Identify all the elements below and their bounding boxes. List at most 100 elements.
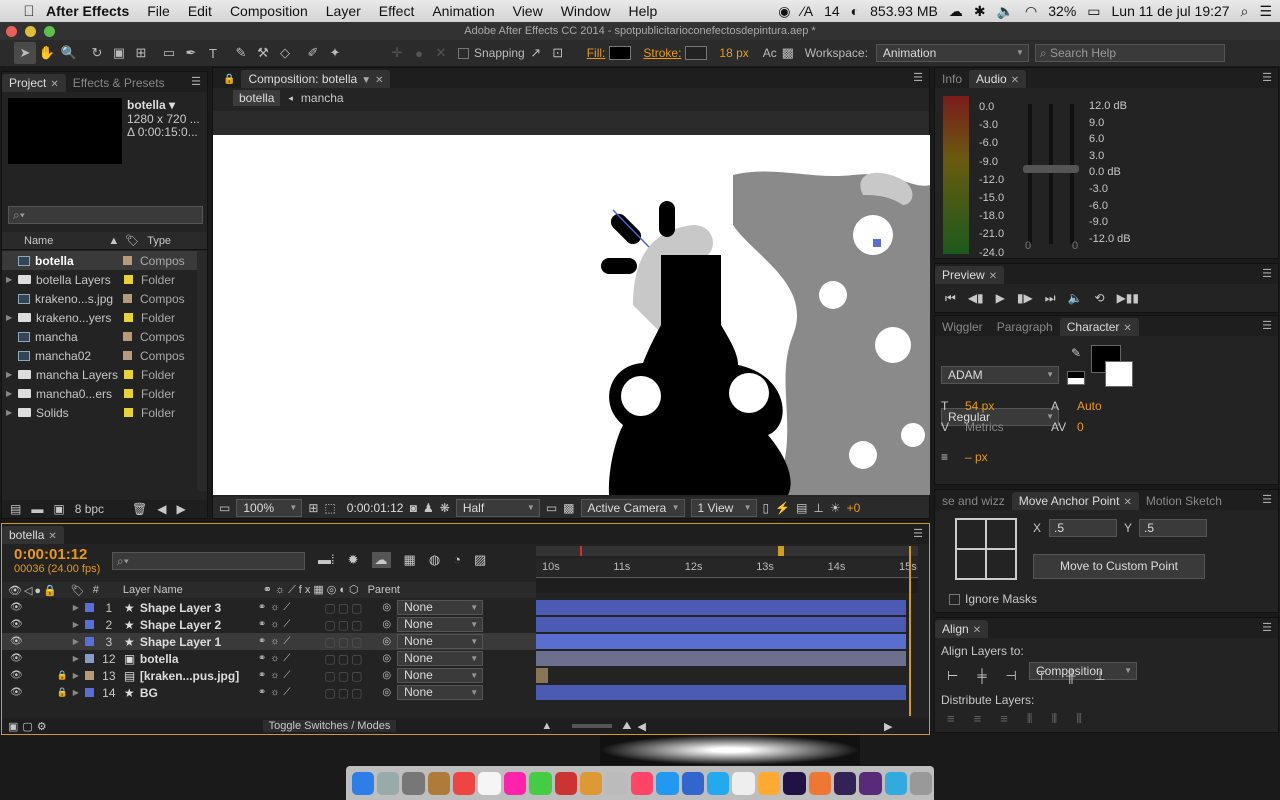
- right-slider-track[interactable]: [1070, 104, 1074, 244]
- distribute-vcenter-icon[interactable]: ≡: [974, 711, 982, 727]
- exposure-icon[interactable]: ☀: [830, 501, 841, 515]
- tracking-value[interactable]: 0: [1077, 420, 1084, 434]
- timeline-current-time[interactable]: 0:00:01:12: [14, 546, 87, 563]
- parent-dropdown[interactable]: None: [397, 634, 484, 649]
- layer-mode-switches[interactable]: ▢▢▢: [324, 669, 374, 683]
- layer-row[interactable]: 👁 ▶ 12 ▣ botella ⚭☼⟋ ▢▢▢ ◎ None: [2, 650, 536, 667]
- menu-animation[interactable]: Animation: [423, 3, 503, 19]
- parent-dropdown[interactable]: None: [397, 600, 484, 615]
- camera-dropdown[interactable]: Active Camera: [580, 498, 685, 517]
- pan-behind-tool-icon[interactable]: ⊞: [130, 42, 152, 64]
- default-colors-icon[interactable]: [1067, 371, 1085, 385]
- project-item[interactable]: ▶ krakeno...yers Folder: [2, 308, 197, 327]
- layer-name[interactable]: BG: [140, 686, 252, 700]
- column-parent[interactable]: Parent: [368, 584, 400, 596]
- dock-app-icon[interactable]: [351, 771, 374, 795]
- av-features-icons[interactable]: 👁◁●🔒: [8, 584, 59, 597]
- label-color-chip[interactable]: [123, 294, 132, 303]
- menu-app-name[interactable]: After Effects: [38, 3, 138, 19]
- current-time-indicator[interactable]: [909, 546, 911, 716]
- distribute-right-icon[interactable]: ⦀: [1076, 711, 1082, 727]
- panel-menu-icon[interactable]: ☰: [1262, 267, 1272, 280]
- left-slider-track[interactable]: [1028, 104, 1032, 244]
- label-color-chip[interactable]: [124, 275, 133, 284]
- menu-help[interactable]: Help: [620, 3, 667, 19]
- project-item[interactable]: ▶ Solids Folder: [2, 403, 197, 422]
- new-composition-icon[interactable]: ▣: [53, 502, 64, 516]
- tab-composition[interactable]: Composition: botella ▼ ✕: [241, 70, 391, 88]
- clock[interactable]: Lun 11 de jul 19:27: [1112, 3, 1230, 19]
- eye-icon[interactable]: 👁: [10, 670, 23, 681]
- layer-label-chip[interactable]: [84, 620, 94, 629]
- current-time-field[interactable]: 0:00:01:12: [341, 498, 404, 517]
- view-axis-icon[interactable]: ✕: [430, 42, 452, 64]
- tab-motion-sketch[interactable]: Motion Sketch: [1139, 492, 1229, 510]
- expand-arrow-icon[interactable]: ▶: [6, 389, 18, 398]
- layer-row[interactable]: 👁 ▶ 2 ★ Shape Layer 2 ⚭☼⟋ ▢▢▢ ◎ None: [2, 616, 536, 633]
- label-icon[interactable]: 🏷: [71, 584, 85, 597]
- close-tab-icon[interactable]: ✕: [50, 79, 58, 90]
- timeline-zoom-slider[interactable]: [572, 724, 613, 728]
- font-family-dropdown[interactable]: ADAM: [941, 366, 1059, 384]
- zoom-tool-icon[interactable]: 🔍: [58, 42, 80, 64]
- panel-menu-icon[interactable]: ☰: [1262, 71, 1272, 84]
- layer-row[interactable]: 👁 🔒 ▶ 13 ▤ [kraken...pus.jpg] ⚭☼⟋ ▢▢▢ ◎ …: [2, 667, 536, 684]
- axis-mode-icon[interactable]: ✛: [386, 42, 408, 64]
- hand-tool-icon[interactable]: ✋: [36, 42, 58, 64]
- layer-mode-switches[interactable]: ▢▢▢: [324, 618, 374, 632]
- tab-wiggler[interactable]: Wiggler: [935, 318, 990, 336]
- lock-icon[interactable]: 🔒: [57, 670, 68, 681]
- timeline-footer-icons[interactable]: ▣▢⚙: [8, 720, 51, 733]
- layer-label-chip[interactable]: [84, 654, 94, 663]
- layer-name[interactable]: [kraken...pus.jpg]: [140, 669, 252, 683]
- next-frame-icon[interactable]: ▮▶: [1017, 291, 1033, 306]
- layer-label-chip[interactable]: [84, 671, 94, 680]
- view-layout-dropdown[interactable]: 1 View: [690, 498, 757, 517]
- last-frame-icon[interactable]: ⏭: [1045, 291, 1056, 306]
- panel-menu-icon[interactable]: ☰: [1262, 319, 1272, 332]
- toggle-switches-modes-button[interactable]: Toggle Switches / Modes: [262, 720, 397, 732]
- layer-name[interactable]: Shape Layer 2: [140, 618, 252, 632]
- project-item[interactable]: mancha02 Compos: [2, 346, 197, 365]
- parent-dropdown[interactable]: None: [397, 668, 484, 683]
- layer-label-chip[interactable]: [84, 688, 94, 697]
- expand-arrow-icon[interactable]: ▶: [73, 688, 79, 697]
- sort-asc-icon[interactable]: ▲: [108, 235, 119, 247]
- loop-icon[interactable]: ⟲: [1095, 291, 1105, 306]
- layer-row[interactable]: 👁 🔒 ▶ 14 ★ BG ⚭☼⟋ ▢▢▢ ◎ None: [2, 684, 536, 701]
- expand-arrow-icon[interactable]: ▶: [73, 654, 79, 663]
- motion-blur-icon[interactable]: ◍: [429, 552, 440, 568]
- comp-dropdown-icon[interactable]: ▼: [361, 75, 371, 86]
- align-left-icon[interactable]: ⊢: [947, 668, 958, 684]
- align-top-icon[interactable]: ⊤: [1036, 668, 1047, 684]
- transparency-grid-icon[interactable]: ▩: [563, 501, 574, 515]
- layer-name[interactable]: Shape Layer 1: [140, 635, 252, 649]
- layer-label-chip[interactable]: [84, 603, 94, 612]
- eye-icon[interactable]: 👁: [10, 687, 23, 698]
- dock-app-icon[interactable]: [783, 771, 806, 795]
- project-item[interactable]: ▶ mancha Layers Folder: [2, 365, 197, 384]
- pick-whip-icon[interactable]: ◎: [382, 670, 391, 681]
- work-area-handle[interactable]: [778, 546, 784, 556]
- layer-duration-bar[interactable]: [536, 651, 906, 666]
- distribute-bottom-icon[interactable]: ≡: [1000, 711, 1008, 727]
- ram-preview-icon[interactable]: ▶▮▮: [1117, 291, 1139, 306]
- pen-tool-icon[interactable]: ✒: [180, 42, 202, 64]
- pick-whip-icon[interactable]: ◎: [382, 619, 391, 630]
- timeline-search-input[interactable]: ⌕▾: [112, 552, 305, 570]
- dock-app-icon[interactable]: [656, 771, 679, 795]
- tab-project[interactable]: Project ✕: [2, 74, 66, 92]
- eye-icon[interactable]: 👁: [10, 619, 23, 630]
- move-to-custom-point-button[interactable]: Move to Custom Point: [1033, 554, 1205, 579]
- breadcrumb-mancha[interactable]: mancha: [301, 91, 344, 105]
- menu-file[interactable]: File: [138, 3, 179, 19]
- leading-value[interactable]: Auto: [1077, 399, 1102, 413]
- expand-arrow-icon[interactable]: ▶: [73, 620, 79, 629]
- dock-app-icon[interactable]: [478, 771, 501, 795]
- expand-arrow-icon[interactable]: ▶: [6, 313, 18, 322]
- adobe-a-icon[interactable]: ⁄A: [801, 3, 813, 19]
- close-window-button[interactable]: [6, 26, 17, 37]
- project-search-input[interactable]: ⌕▾: [8, 206, 203, 224]
- project-item[interactable]: ▶ mancha0...ers Folder: [2, 384, 197, 403]
- type-tool-icon[interactable]: T: [202, 42, 224, 64]
